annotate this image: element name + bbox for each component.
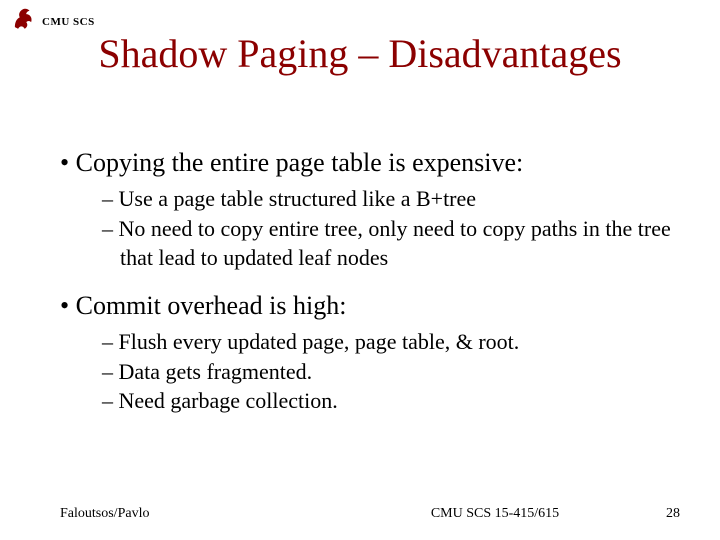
bullet-sub-2a: Flush every updated page, page table, & … — [102, 327, 680, 357]
footer-authors: Faloutsos/Pavlo — [60, 506, 350, 522]
slide-content: Copying the entire page table is expensi… — [60, 130, 680, 424]
bullet-sub-1a: Use a page table structured like a B+tre… — [102, 184, 680, 214]
slide-title: Shadow Paging – Disadvantages — [0, 30, 720, 77]
bullet-sub-2b: Data gets fragmented. — [102, 357, 680, 387]
bullet-sub-1b: No need to copy entire tree, only need t… — [102, 214, 680, 273]
bullet-main-1: Copying the entire page table is expensi… — [60, 148, 680, 178]
header-label: CMU SCS — [42, 16, 95, 28]
slide-number: 28 — [640, 506, 680, 522]
bullet-main-2: Commit overhead is high: — [60, 291, 680, 321]
bullet-sub-2c: Need garbage collection. — [102, 386, 680, 416]
footer-course: CMU SCS 15-415/615 — [350, 506, 640, 522]
